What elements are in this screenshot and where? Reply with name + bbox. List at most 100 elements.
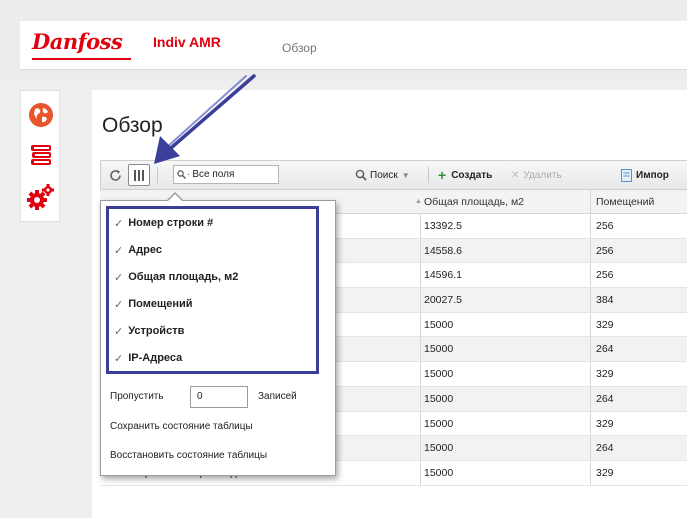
delete-button[interactable]: ✕ Удалить bbox=[511, 161, 562, 189]
app-name[interactable]: Indiv AMR bbox=[153, 34, 221, 50]
rooms-cell: 264 bbox=[596, 442, 614, 455]
column-list-highlight: ✓ Номер строки # ✓ Адрес ✓ Общая площадь, м… bbox=[106, 206, 319, 374]
columns-icon bbox=[134, 169, 144, 181]
rooms-cell: 256 bbox=[596, 269, 614, 282]
area-cell: 20027.5 bbox=[424, 294, 462, 307]
column-toggle-ip[interactable]: ✓ IP-Адреса bbox=[114, 349, 182, 367]
column-chooser-menu: ✓ Номер строки # ✓ Адрес ✓ Общая площадь, м… bbox=[100, 192, 336, 476]
column-divider bbox=[590, 411, 591, 436]
column-divider bbox=[420, 386, 421, 411]
area-cell: 15000 bbox=[424, 343, 454, 356]
refresh-button[interactable] bbox=[109, 161, 122, 189]
column-divider bbox=[590, 263, 591, 288]
column-toggle-label: Устройств bbox=[128, 325, 185, 337]
checkmark-icon: ✓ bbox=[114, 325, 124, 338]
search-button[interactable]: Поиск ▼ bbox=[355, 161, 410, 189]
column-divider bbox=[590, 214, 591, 238]
restore-table-state[interactable]: Восстановить состояние таблицы bbox=[110, 450, 267, 461]
document-icon bbox=[621, 168, 632, 182]
plus-icon: + bbox=[438, 167, 447, 183]
toolbar-divider bbox=[428, 167, 429, 183]
rooms-cell: 329 bbox=[596, 417, 614, 430]
column-toggle-devices[interactable]: ✓ Устройств bbox=[114, 322, 184, 340]
checkmark-icon: ✓ bbox=[114, 271, 124, 284]
rooms-cell: 264 bbox=[596, 392, 614, 405]
area-cell: 15000 bbox=[424, 368, 454, 381]
globe-icon bbox=[29, 103, 53, 127]
column-toggle-area[interactable]: ✓ Общая площадь, м2 bbox=[114, 268, 238, 286]
create-button[interactable]: + Создать bbox=[438, 161, 492, 189]
column-divider bbox=[420, 288, 421, 312]
area-cell: 13392.5 bbox=[424, 220, 462, 232]
books-icon bbox=[31, 145, 51, 165]
checkmark-icon: ✓ bbox=[114, 298, 124, 311]
column-toggle-rooms[interactable]: ✓ Помещений bbox=[114, 295, 193, 313]
column-divider bbox=[420, 436, 421, 460]
danfoss-logo[interactable]: Danfoss bbox=[32, 29, 123, 54]
sort-ascending-icon[interactable]: ▲ bbox=[415, 190, 422, 214]
column-divider bbox=[420, 460, 421, 485]
gears-icon bbox=[27, 184, 54, 210]
search-icon bbox=[355, 169, 367, 181]
column-divider bbox=[590, 460, 591, 485]
column-divider bbox=[420, 312, 421, 337]
rooms-cell: 256 bbox=[596, 220, 614, 232]
rooms-cell: 384 bbox=[596, 294, 614, 307]
app-header: Danfoss Indiv AMR Обзор bbox=[20, 21, 687, 70]
column-toggle-label: Помещений bbox=[128, 298, 193, 310]
top-bar: Danfoss Indiv AMR Обзор bbox=[0, 0, 687, 78]
delete-button-label: Удалить bbox=[523, 169, 562, 181]
column-header-rooms[interactable]: Помещений bbox=[596, 190, 654, 214]
breadcrumb[interactable]: Обзор bbox=[282, 41, 317, 55]
column-toggle-address[interactable]: ✓ Адрес bbox=[114, 241, 162, 259]
logo-underline bbox=[32, 58, 131, 60]
column-divider bbox=[590, 312, 591, 337]
records-label: Записей bbox=[258, 391, 297, 402]
column-toggle-label: Адрес bbox=[128, 244, 162, 256]
chevron-down-icon: ▼ bbox=[401, 170, 410, 180]
area-cell: 15000 bbox=[424, 392, 454, 405]
save-table-state[interactable]: Сохранить состояние таблицы bbox=[110, 421, 253, 432]
sidebar bbox=[20, 90, 60, 222]
area-cell: 15000 bbox=[424, 318, 454, 331]
area-cell: 14596.1 bbox=[424, 269, 462, 282]
checkmark-icon: ✓ bbox=[114, 244, 124, 257]
checkmark-icon: ✓ bbox=[114, 217, 124, 230]
column-divider bbox=[590, 238, 591, 263]
checkmark-icon: ✓ bbox=[114, 352, 124, 365]
search-button-label: Поиск bbox=[370, 169, 398, 181]
column-divider bbox=[590, 190, 591, 213]
column-toggle-row-number[interactable]: ✓ Номер строки # bbox=[114, 214, 213, 232]
column-divider bbox=[420, 263, 421, 288]
rooms-cell: 329 bbox=[596, 318, 614, 331]
import-button[interactable]: Импор bbox=[621, 161, 669, 189]
popup-pointer-fill bbox=[168, 194, 182, 201]
area-cell: 15000 bbox=[424, 442, 454, 455]
column-header-area[interactable]: Общая площадь, м2 bbox=[424, 190, 524, 214]
sidebar-item-documents[interactable] bbox=[25, 139, 57, 171]
sidebar-item-overview[interactable] bbox=[25, 99, 57, 131]
column-divider bbox=[590, 288, 591, 312]
area-cell: 15000 bbox=[424, 466, 454, 479]
area-cell: 15000 bbox=[424, 417, 454, 430]
columns-button[interactable] bbox=[128, 164, 150, 186]
create-button-label: Создать bbox=[451, 169, 493, 181]
area-cell: 14558.6 bbox=[424, 244, 462, 257]
annotation-arrow-icon bbox=[154, 74, 256, 164]
column-toggle-label: Номер строки # bbox=[128, 217, 214, 229]
import-button-label: Импор bbox=[636, 169, 669, 181]
rooms-cell: 264 bbox=[596, 343, 614, 356]
column-divider bbox=[590, 337, 591, 362]
rooms-cell: 329 bbox=[596, 466, 614, 479]
column-toggle-label: IP-Адреса bbox=[128, 352, 183, 364]
sidebar-item-settings[interactable] bbox=[25, 181, 57, 213]
skip-count-input[interactable]: 0 bbox=[190, 386, 248, 408]
column-divider bbox=[590, 386, 591, 411]
column-toggle-label: Общая площадь, м2 bbox=[128, 271, 239, 283]
rooms-cell: 256 bbox=[596, 244, 614, 257]
column-divider bbox=[420, 214, 421, 238]
column-divider bbox=[420, 337, 421, 362]
column-divider bbox=[590, 436, 591, 460]
column-divider bbox=[420, 238, 421, 263]
refresh-icon bbox=[110, 169, 121, 181]
